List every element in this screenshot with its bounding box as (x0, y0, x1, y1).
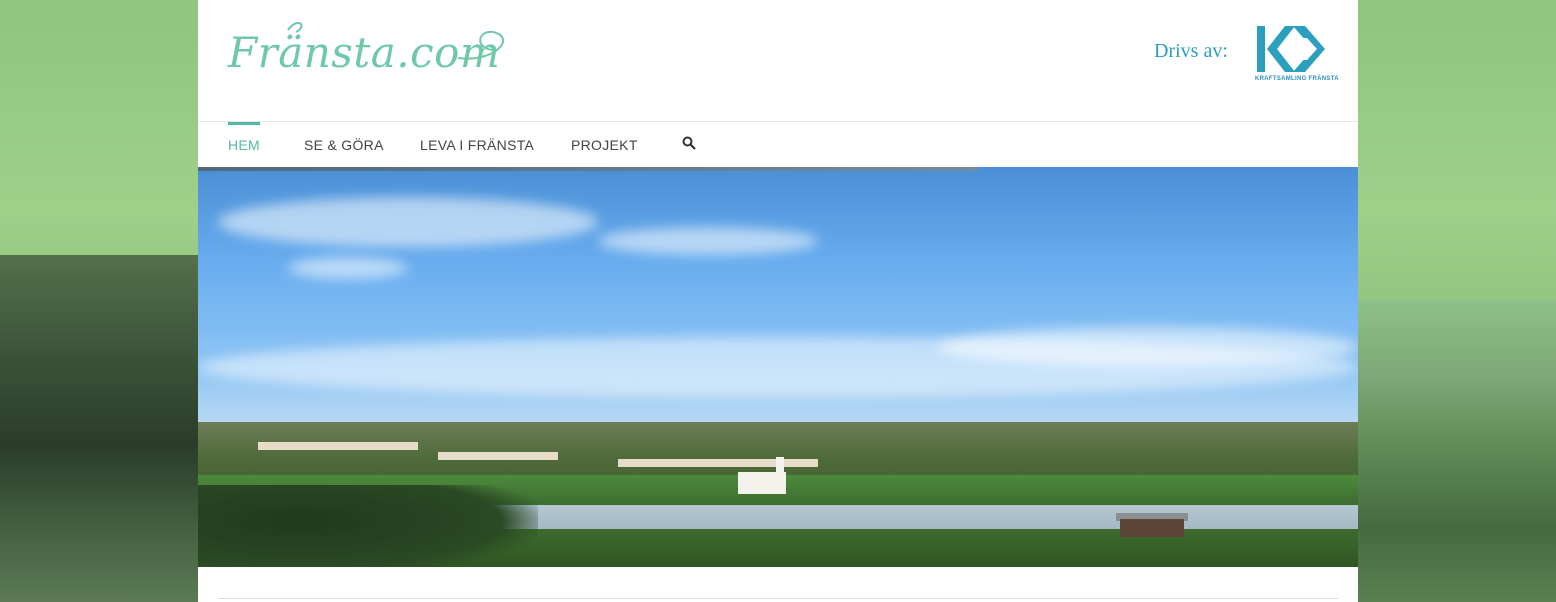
site-header: Fränsta.com Drivs av: KRAFTSAMLING FRÄNS… (198, 0, 1358, 122)
church-building (738, 472, 786, 494)
hero-shadow (198, 167, 978, 171)
town-buildings (618, 459, 818, 467)
hero-banner-image (198, 167, 1358, 567)
drivs-av-label: Drivs av: (1154, 40, 1228, 62)
town-buildings (258, 442, 418, 450)
cloud (938, 327, 1358, 367)
background-right-panel (1356, 300, 1556, 602)
logo-swirl (287, 21, 505, 60)
nav-item-hem[interactable]: HEM (228, 122, 261, 169)
cloud (288, 257, 408, 279)
partner-logo-caption: KRAFTSAMLING FRÄNSTA (1255, 76, 1339, 82)
nav-item-se-gora[interactable]: SE & GÖRA (304, 122, 384, 166)
nav-item-leva-i-fransta[interactable]: LEVA I FRÄNSTA (420, 122, 534, 166)
page-container: Fränsta.com Drivs av: KRAFTSAMLING FRÄNS… (198, 0, 1358, 602)
background-left-panel (0, 255, 200, 602)
kraftsamling-logo-icon (1257, 26, 1325, 72)
partner-logo[interactable]: KRAFTSAMLING FRÄNSTA (1255, 24, 1339, 82)
cloud (598, 227, 818, 255)
nav-item-projekt[interactable]: PROJEKT (571, 122, 638, 166)
content-divider (218, 598, 1338, 599)
cloud (218, 197, 598, 247)
hero-trees (198, 485, 538, 567)
town-buildings (438, 452, 558, 460)
church-tower (776, 457, 784, 475)
site-logo[interactable]: Fränsta.com (228, 21, 505, 77)
barn-building (1120, 519, 1184, 537)
main-navigation: HEM SE & GÖRA LEVA I FRÄNSTA PROJEKT (198, 122, 1358, 166)
search-icon[interactable] (682, 136, 696, 150)
